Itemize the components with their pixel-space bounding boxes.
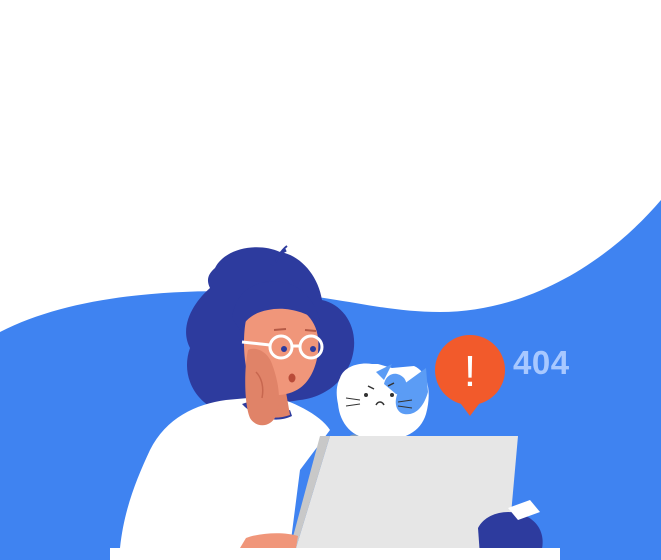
woman-mouth — [288, 373, 296, 383]
cat — [336, 363, 429, 441]
ground-line — [110, 548, 560, 560]
error-404-illustration: ! — [0, 200, 661, 560]
left-eye — [281, 346, 287, 352]
exclamation-icon: ! — [464, 347, 476, 396]
error-404-page: ! 404 — [0, 0, 661, 560]
right-eye — [310, 346, 316, 352]
error-code: 404 — [513, 344, 570, 381]
